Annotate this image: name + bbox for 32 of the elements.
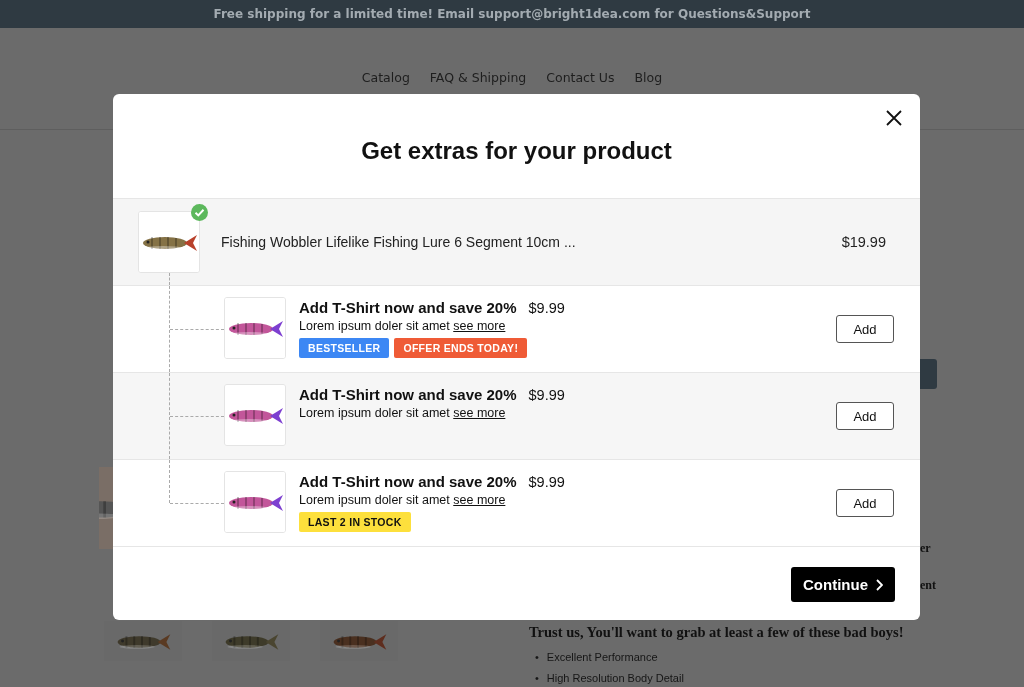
offer-price: $9.99	[528, 300, 565, 316]
see-more-link[interactable]: see more	[453, 406, 506, 420]
modal-title: Get extras for your product	[361, 137, 672, 165]
continue-button[interactable]: Continue	[791, 567, 895, 602]
offer-badge: OFFER ENDS TODAY!	[394, 338, 528, 358]
add-button[interactable]: Add	[836, 489, 894, 517]
bullet-marker: •	[535, 672, 539, 685]
offer-title: Add T-Shirt now and save 20%	[299, 299, 517, 316]
offer-description: Lorem ipsum doler sit amet see more	[299, 319, 507, 333]
feature-text: High Resolution Body Detail	[546, 672, 684, 685]
offer-description: Lorem ipsum doler sit amet see more	[299, 406, 507, 420]
offer-title: Add T-Shirt now and save 20%	[299, 386, 517, 403]
offer-badge: LAST 2 IN STOCK	[299, 512, 411, 532]
close-icon[interactable]	[886, 110, 902, 126]
offer-badge: BESTSELLER	[299, 338, 390, 358]
product-name: Fishing Wobbler Lifelike Fishing Lure 6 Segment 10cm ...	[221, 234, 576, 250]
text-fragment: er	[920, 541, 931, 556]
add-button[interactable]: Add	[836, 315, 894, 343]
product-price: $19.99	[841, 234, 886, 250]
add-button[interactable]: Add	[836, 402, 894, 430]
description-heading: Trust us, You'll want to grab at least a few of these bad boys!	[529, 624, 905, 641]
offer-title: Add T-Shirt now and save 20%	[299, 473, 517, 490]
see-more-link[interactable]: see more	[453, 493, 506, 507]
feature-text: Excellent Performance	[546, 651, 658, 664]
offer-description: Lorem ipsum doler sit amet see more	[299, 493, 507, 507]
see-more-link[interactable]: see more	[453, 319, 506, 333]
chevron-icon	[876, 578, 883, 591]
offer-price: $9.99	[528, 387, 565, 403]
announcement-text: Free shipping for a limited time! Email support@bright1dea.com for Questions&Support	[213, 7, 811, 21]
bullet-marker: •	[535, 651, 539, 664]
text-fragment: ent	[920, 578, 936, 593]
offer-price: $9.99	[528, 474, 565, 490]
